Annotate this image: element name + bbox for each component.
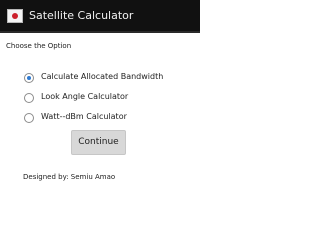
option-label: Calculate Allocated Bandwidth	[41, 72, 164, 81]
option-label: Look Angle Calculator	[41, 92, 129, 101]
continue-button[interactable]: Continue	[71, 130, 126, 155]
app-title: Satellite Calculator	[29, 9, 134, 22]
app-flag-icon	[7, 9, 23, 23]
radio-checked-icon[interactable]	[24, 73, 34, 83]
option-allocated-bandwidth[interactable]: Calculate Allocated Bandwidth	[24, 71, 194, 85]
app-screen: Satellite Calculator Choose the Option C…	[0, 0, 200, 200]
flag-dot	[12, 13, 18, 19]
designer-credit: Designed by: Semiu Amao	[23, 173, 116, 181]
radio-unchecked-icon[interactable]	[24, 113, 34, 123]
action-bar: Satellite Calculator	[0, 0, 200, 33]
option-watt-dbm[interactable]: Watt--dBm Calculator	[24, 111, 194, 125]
radio-unchecked-icon[interactable]	[24, 93, 34, 103]
choose-option-label: Choose the Option	[6, 42, 72, 50]
option-look-angle[interactable]: Look Angle Calculator	[24, 91, 194, 105]
option-label: Watt--dBm Calculator	[41, 112, 127, 121]
